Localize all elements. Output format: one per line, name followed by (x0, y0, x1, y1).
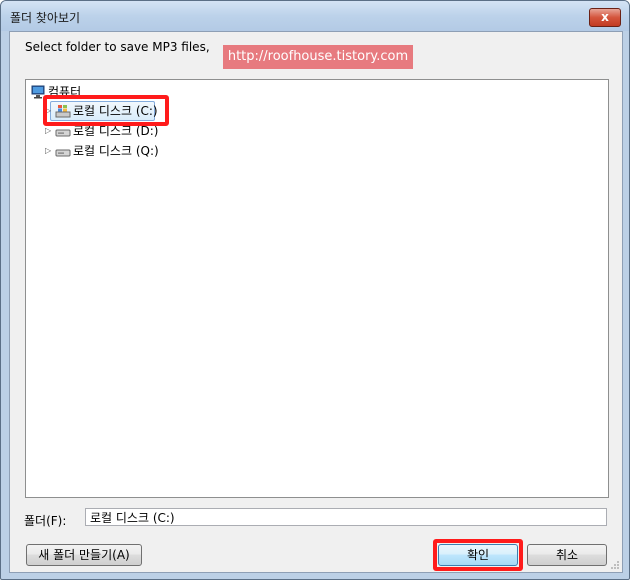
folder-name-input[interactable] (85, 508, 607, 526)
cancel-button[interactable]: 취소 (527, 544, 607, 566)
title-bar[interactable]: 폴더 찾아보기 x (1, 1, 629, 31)
resize-grip-icon[interactable] (610, 560, 620, 570)
instruction-text: Select folder to save MP3 files, (25, 40, 210, 54)
folder-field-label: 폴더(F): (24, 514, 67, 528)
tree-item-drive-q[interactable]: ▷ 로컬 디스크 (Q:) (45, 141, 185, 161)
hard-drive-icon (55, 124, 71, 138)
expand-arrow-icon[interactable]: ▷ (45, 141, 53, 161)
annotation-box-drive-c (43, 95, 169, 126)
watermark-label: http://roofhouse.tistory.com (223, 45, 413, 69)
hard-drive-icon (55, 144, 71, 158)
folder-browser-dialog: 폴더 찾아보기 x Select folder to save MP3 file… (0, 0, 630, 580)
new-folder-button[interactable]: 새 폴더 만들기(A) (26, 544, 142, 566)
window-title: 폴더 찾아보기 (10, 11, 81, 25)
tree-item-label: 로컬 디스크 (Q:) (73, 144, 159, 158)
folder-tree[interactable]: 컴퓨터 ▷ 로컬 디스크 (C:) ▷ 로컬 디스크 (D:) ▷ 로컬 디스크… (25, 79, 609, 498)
annotation-box-ok (433, 539, 523, 571)
dialog-body: Select folder to save MP3 files, http://… (9, 31, 623, 573)
close-button[interactable]: x (589, 8, 621, 27)
